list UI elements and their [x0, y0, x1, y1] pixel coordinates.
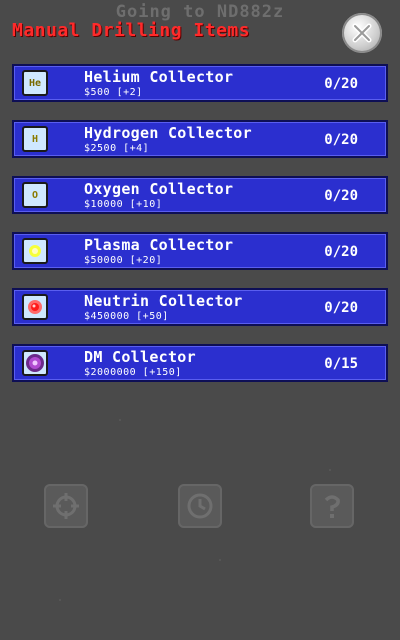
item-price: $2000000 [+150]	[84, 367, 182, 378]
item-name: DM Collector	[84, 348, 196, 366]
close-icon	[352, 23, 372, 43]
helium-icon: He	[22, 70, 48, 96]
item-count: 0/20	[324, 76, 358, 92]
oxygen-icon: O	[22, 182, 48, 208]
item-count: 0/20	[324, 244, 358, 260]
item-name: Neutrin Collector	[84, 292, 243, 310]
dark-matter-icon	[22, 350, 48, 376]
background-heading: Going to ND882z	[115, 2, 285, 22]
bottom-toolbar	[0, 484, 400, 532]
item-price: $500 [+2]	[84, 87, 143, 98]
neutrino-icon	[22, 294, 48, 320]
item-count: 0/15	[324, 356, 358, 372]
item-count: 0/20	[324, 188, 358, 204]
item-price: $2500 [+4]	[84, 143, 150, 154]
item-count: 0/20	[324, 300, 358, 316]
item-helium-collector[interactable]: He Helium Collector $500 [+2] 0/20	[12, 64, 388, 102]
item-name: Helium Collector	[84, 68, 234, 86]
close-button[interactable]	[342, 13, 382, 53]
item-oxygen-collector[interactable]: O Oxygen Collector $10000 [+10] 0/20	[12, 176, 388, 214]
crosshair-icon	[53, 493, 79, 519]
icon-label: H	[31, 133, 39, 145]
page-title: Manual Drilling Items	[12, 20, 251, 41]
plasma-icon	[22, 238, 48, 264]
item-dm-collector[interactable]: DM Collector $2000000 [+150] 0/15	[12, 344, 388, 382]
clock-icon	[187, 493, 213, 519]
item-price: $450000 [+50]	[84, 311, 169, 322]
item-name: Plasma Collector	[84, 236, 234, 254]
item-price: $10000 [+10]	[84, 199, 163, 210]
clock-button	[178, 484, 222, 528]
item-hydrogen-collector[interactable]: H Hydrogen Collector $2500 [+4] 0/20	[12, 120, 388, 158]
item-name: Oxygen Collector	[84, 180, 234, 198]
hydrogen-icon: H	[22, 126, 48, 152]
item-neutrin-collector[interactable]: Neutrin Collector $450000 [+50] 0/20	[12, 288, 388, 326]
neutrino-orb-icon	[28, 300, 42, 314]
icon-label: O	[31, 189, 39, 201]
target-button	[44, 484, 88, 528]
item-plasma-collector[interactable]: Plasma Collector $50000 [+20] 0/20	[12, 232, 388, 270]
dark-matter-orb-icon	[26, 354, 44, 372]
help-button	[310, 484, 354, 528]
items-list: He Helium Collector $500 [+2] 0/20 H Hyd…	[12, 64, 388, 400]
item-price: $50000 [+20]	[84, 255, 163, 266]
item-count: 0/20	[324, 132, 358, 148]
question-icon	[324, 495, 340, 518]
plasma-orb-icon	[29, 245, 41, 257]
icon-label: He	[28, 77, 42, 89]
item-name: Hydrogen Collector	[84, 124, 252, 142]
